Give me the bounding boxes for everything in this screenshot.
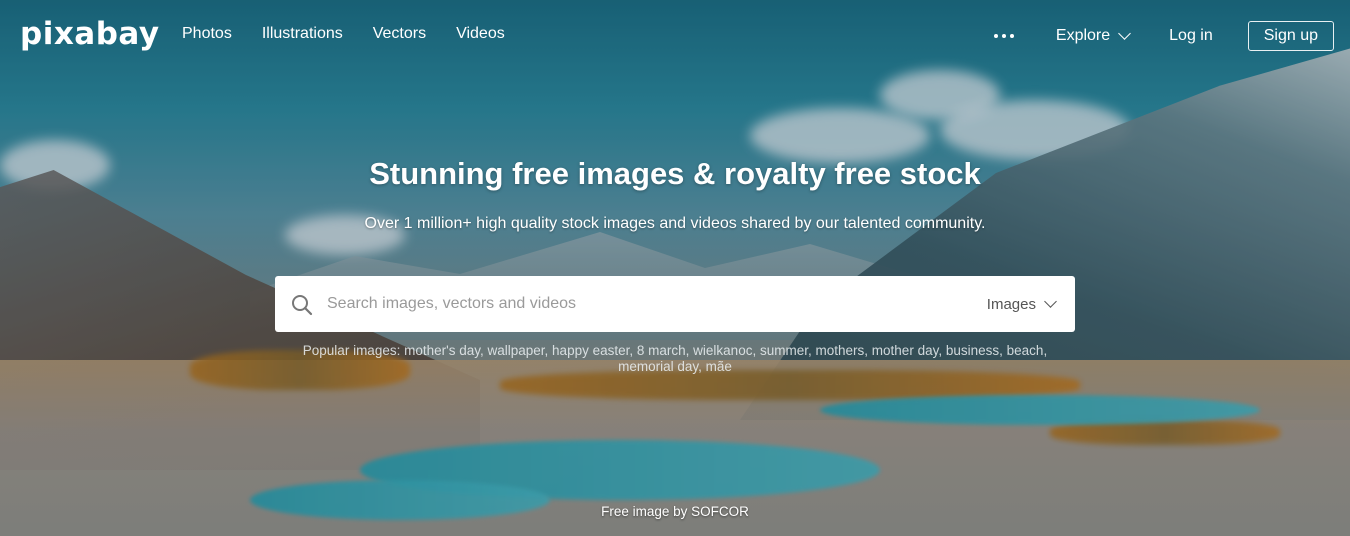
- nav-vectors[interactable]: Vectors: [373, 25, 426, 43]
- popular-searches: Popular images: mother's day, wallpaper,…: [302, 343, 1048, 374]
- popular-tag[interactable]: mother day: [872, 343, 939, 358]
- hero-headline: Stunning free images & royalty free stoc…: [369, 156, 981, 191]
- popular-tag[interactable]: mother's day: [404, 343, 480, 358]
- nav-illustrations[interactable]: Illustrations: [262, 25, 343, 43]
- popular-tag[interactable]: mothers: [816, 343, 865, 358]
- chevron-down-icon: [1044, 295, 1057, 308]
- popular-tag[interactable]: memorial day: [618, 359, 698, 374]
- pixabay-logo[interactable]: pixabay: [20, 16, 160, 52]
- login-link[interactable]: Log in: [1169, 27, 1213, 45]
- main-nav: Photos Illustrations Vectors Videos: [182, 25, 535, 43]
- nav-videos[interactable]: Videos: [456, 25, 505, 43]
- background-image: [0, 0, 1350, 536]
- popular-tag[interactable]: summer: [760, 343, 808, 358]
- popular-tag[interactable]: wielkanoc: [693, 343, 752, 358]
- popular-tag[interactable]: beach: [1007, 343, 1044, 358]
- media-type-select[interactable]: Images: [986, 295, 1057, 313]
- nav-photos[interactable]: Photos: [182, 25, 232, 43]
- explore-dropdown[interactable]: Explore: [1055, 27, 1132, 45]
- popular-label: Popular images:: [302, 343, 401, 358]
- popular-tag[interactable]: 8 march: [637, 343, 686, 358]
- account-nav: Explore Log in Sign up: [993, 21, 1334, 51]
- explore-label: Explore: [1055, 27, 1111, 44]
- popular-tag[interactable]: wallpaper: [487, 343, 544, 358]
- chevron-down-icon: [1118, 27, 1132, 40]
- popular-tag[interactable]: happy easter: [552, 343, 629, 358]
- media-type-label: Images: [986, 295, 1036, 313]
- signup-button[interactable]: Sign up: [1247, 21, 1334, 51]
- search-bar: Images: [275, 276, 1075, 332]
- top-navigation: pixabay Photos Illustrations Vectors Vid…: [0, 0, 1350, 70]
- image-credit[interactable]: Free image by SOFCOR: [0, 504, 1350, 519]
- popular-tag[interactable]: business: [946, 343, 999, 358]
- hero-banner: pixabay Photos Illustrations Vectors Vid…: [0, 0, 1350, 536]
- search-icon[interactable]: [291, 294, 313, 316]
- popular-tag[interactable]: mãe: [706, 359, 732, 374]
- hero-subline: Over 1 million+ high quality stock image…: [364, 215, 986, 232]
- more-menu-icon[interactable]: [993, 21, 1014, 51]
- search-input[interactable]: [325, 294, 987, 314]
